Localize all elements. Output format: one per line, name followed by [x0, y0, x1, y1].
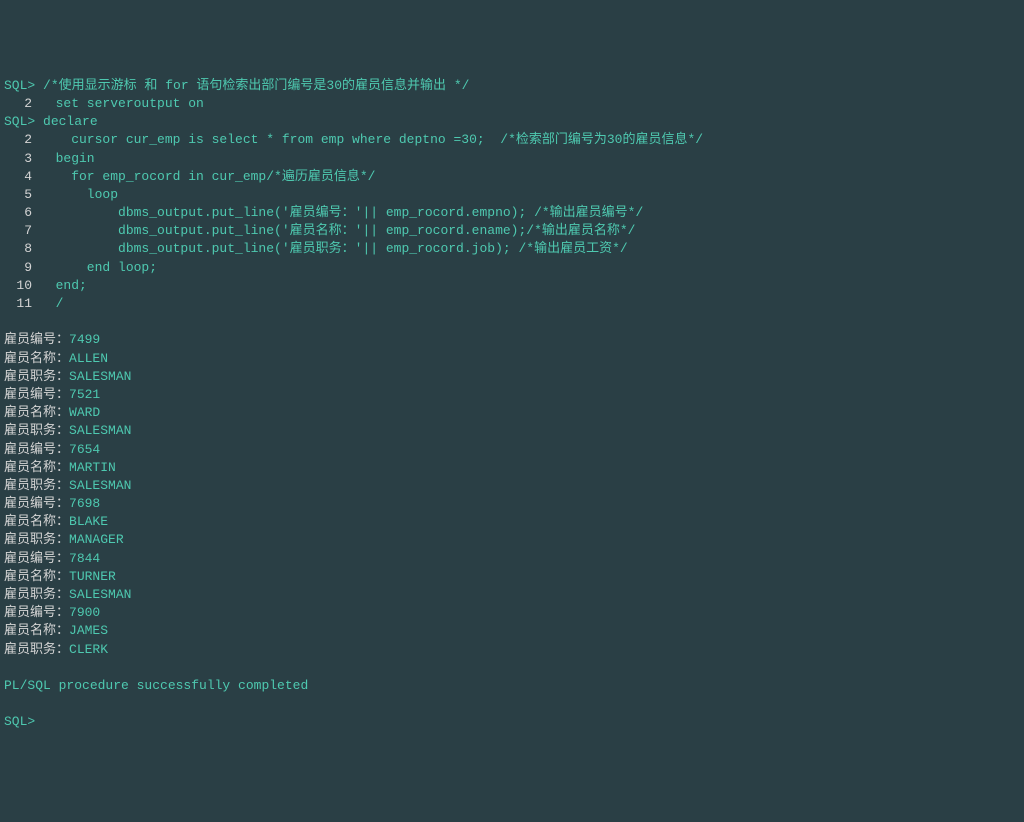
code-text: dbms_output.put_line('雇员职务：'|| emp_rocor… — [40, 241, 628, 256]
code-text: set serveroutput on — [40, 96, 204, 111]
output-value: MANAGER — [69, 532, 124, 547]
output-value: WARD — [69, 405, 100, 420]
output-value: 7844 — [69, 551, 100, 566]
code-text: dbms_output.put_line('雇员名称：'|| emp_rocor… — [40, 223, 635, 238]
code-text: dbms_output.put_line('雇员编号：'|| emp_rocor… — [40, 205, 643, 220]
line-number: 7 — [4, 222, 32, 240]
output-label: 雇员编号： — [4, 496, 69, 511]
output-value: SALESMAN — [69, 478, 131, 493]
output-label: 雇员编号： — [4, 442, 69, 457]
code-text: / — [40, 296, 63, 311]
line-number: 3 — [4, 150, 32, 168]
code-text: for emp_rocord in cur_emp/*遍历雇员信息*/ — [40, 169, 375, 184]
output-label: 雇员名称： — [4, 460, 69, 475]
line-number: 2 — [4, 95, 32, 113]
output-value: 7521 — [69, 387, 100, 402]
output-label: 雇员名称： — [4, 569, 69, 584]
code-text: loop — [40, 187, 118, 202]
output-value: JAMES — [69, 623, 108, 638]
code-text: begin — [40, 151, 95, 166]
sql-prompt: SQL> — [4, 714, 35, 729]
output-value: 7654 — [69, 442, 100, 457]
output-value: TURNER — [69, 569, 116, 584]
line-number: 8 — [4, 240, 32, 258]
terminal-output[interactable]: SQL> /*使用显示游标 和 for 语句检索出部门编号是30的雇员信息并输出… — [4, 77, 1020, 732]
code-comment: /*使用显示游标 和 for 语句检索出部门编号是30的雇员信息并输出 */ — [35, 78, 469, 93]
output-label: 雇员职务： — [4, 532, 69, 547]
line-number: 11 — [4, 295, 32, 313]
sql-prompt: SQL> — [4, 114, 35, 129]
output-value: 7900 — [69, 605, 100, 620]
output-label: 雇员编号： — [4, 332, 69, 347]
output-label: 雇员编号： — [4, 551, 69, 566]
output-label: 雇员职务： — [4, 587, 69, 602]
output-label: 雇员编号： — [4, 387, 69, 402]
output-label: 雇员名称： — [4, 351, 69, 366]
code-text: cursor cur_emp is select * from emp wher… — [40, 132, 703, 147]
output-label: 雇员职务： — [4, 642, 69, 657]
output-label: 雇员职务： — [4, 478, 69, 493]
code-text: end; — [40, 278, 87, 293]
output-value: BLAKE — [69, 514, 108, 529]
line-number: 9 — [4, 259, 32, 277]
line-number: 2 — [4, 131, 32, 149]
output-value: SALESMAN — [69, 369, 131, 384]
output-label: 雇员职务： — [4, 423, 69, 438]
output-label: 雇员名称： — [4, 405, 69, 420]
line-number: 4 — [4, 168, 32, 186]
output-label: 雇员职务： — [4, 369, 69, 384]
output-value: SALESMAN — [69, 423, 131, 438]
output-value: 7499 — [69, 332, 100, 347]
code-text: end loop; — [40, 260, 157, 275]
output-label: 雇员名称： — [4, 514, 69, 529]
completion-message: PL/SQL procedure successfully completed — [4, 678, 308, 693]
output-value: SALESMAN — [69, 587, 131, 602]
output-value: CLERK — [69, 642, 108, 657]
sql-prompt: SQL> — [4, 78, 35, 93]
line-number: 6 — [4, 204, 32, 222]
output-value: ALLEN — [69, 351, 108, 366]
line-number: 5 — [4, 186, 32, 204]
output-label: 雇员编号： — [4, 605, 69, 620]
output-value: MARTIN — [69, 460, 116, 475]
output-label: 雇员名称： — [4, 623, 69, 638]
code-text: declare — [35, 114, 97, 129]
output-value: 7698 — [69, 496, 100, 511]
line-number: 10 — [4, 277, 32, 295]
